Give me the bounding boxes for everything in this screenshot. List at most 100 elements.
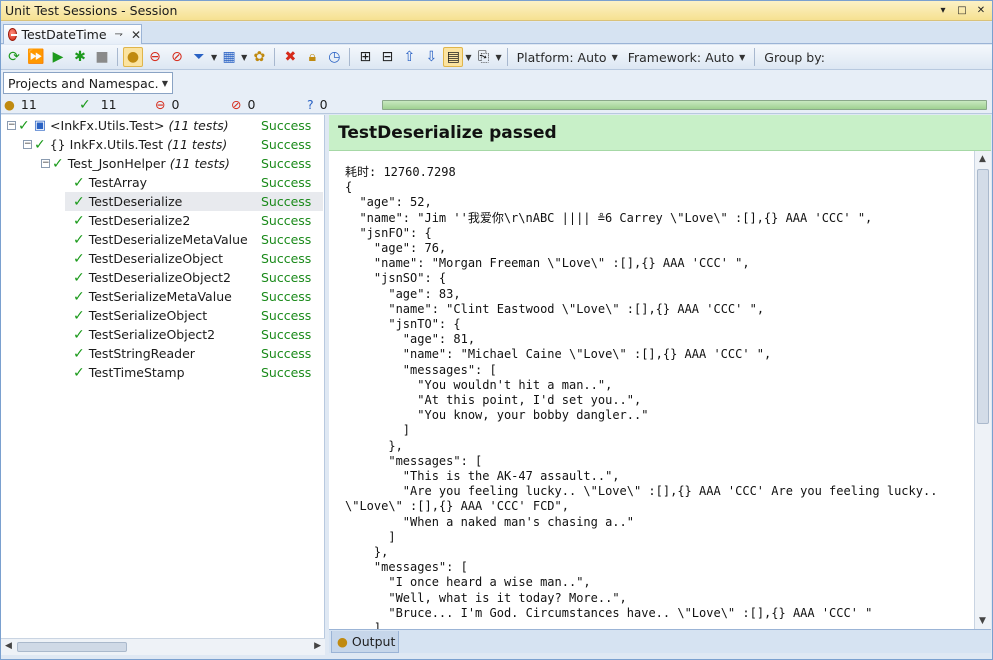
output-tab-strip: ● Output <box>329 629 991 653</box>
status-text: Success <box>261 194 312 209</box>
total-count[interactable]: ● 11 <box>4 97 37 112</box>
maximize-button[interactable]: □ <box>954 3 970 19</box>
output-vertical-scrollbar[interactable]: ▲ ▼ <box>974 151 991 629</box>
tests-icon: ● <box>4 97 15 112</box>
test-row-content: ✓ TestArray <box>73 175 147 191</box>
test-row[interactable]: ✓ TestSerializeMetaValue Success <box>1 287 323 306</box>
test-row[interactable]: ✓ TestTimeStamp Success <box>1 363 323 382</box>
test-name: TestDeserializeObject <box>88 251 224 266</box>
test-row[interactable]: ✓ TestSerializeObject Success <box>1 306 323 325</box>
passed-count[interactable]: ✓ 11 <box>79 97 117 113</box>
failed-count[interactable]: ⊖ 0 <box>155 97 179 112</box>
filter-dropdown-icon[interactable]: ▼ <box>211 53 217 62</box>
test-row[interactable]: ✓ TestDeserialize Success <box>1 192 323 211</box>
collapse-icon[interactable]: − <box>41 159 50 168</box>
passed-icon: ✓ <box>79 96 91 113</box>
status-text: Success <box>261 156 312 171</box>
output-layout-dropdown-icon[interactable]: ▼ <box>465 53 471 62</box>
stop-icon[interactable]: ■ <box>92 47 112 67</box>
grouping-bar: Projects and Namespac... ▼ <box>1 70 992 96</box>
grouping-select[interactable]: Projects and Namespac... ▼ <box>3 72 173 94</box>
session-status-icon <box>8 28 19 41</box>
run-icon[interactable]: ▶ <box>48 47 68 67</box>
close-tab-icon[interactable]: ✕ <box>131 28 141 42</box>
test-row-content: ✓ TestSerializeMetaValue <box>73 289 232 305</box>
counters-bar: ● 11 ✓ 11 ⊖ 0 ⊘ 0 ? 0 <box>1 96 992 114</box>
remove-icon[interactable]: ✖ <box>280 47 300 67</box>
session-tab-strip: TestDateTime ⇁ ✕ <box>1 22 992 44</box>
framework-dropdown[interactable]: Framework: Auto ▼ <box>624 50 750 65</box>
unknown-count[interactable]: ? 0 <box>307 97 328 112</box>
next-icon[interactable]: ⇩ <box>421 47 441 67</box>
show-passed-icon[interactable]: ● <box>123 47 143 67</box>
namespace-icon: {} <box>49 137 66 152</box>
status-text: Success <box>261 327 312 342</box>
tree-label: <InkFx.Utils.Test> <box>50 118 165 133</box>
grouping-value: Projects and Namespac... <box>8 75 158 91</box>
status-text: Success <box>261 308 312 323</box>
tab-output[interactable]: ● Output <box>331 631 399 653</box>
passed-icon: ✓ <box>73 174 85 191</box>
show-ignored-icon[interactable]: ⊘ <box>167 47 187 67</box>
progress-fill <box>383 101 986 109</box>
output-layout-icon[interactable]: ▤ <box>443 47 464 67</box>
status-text: Success <box>261 365 312 380</box>
test-progress-bar <box>382 100 987 110</box>
toolbar-separator <box>506 48 508 66</box>
scroll-right-icon[interactable]: ▶ <box>314 641 321 651</box>
output-text: 耗时: 12760.7298 { "age": 52, "name": "Jim… <box>345 165 938 629</box>
tab-testdatetime[interactable]: TestDateTime ⇁ ✕ <box>3 24 142 44</box>
export-dropdown-icon[interactable]: ▼ <box>495 53 501 62</box>
passed-icon: ✓ <box>73 269 85 286</box>
test-name: TestDeserialize <box>88 194 183 209</box>
test-row[interactable]: ✓ TestDeserializeObject2 Success <box>1 268 323 287</box>
filter-icon[interactable]: ⏷ <box>189 47 209 67</box>
test-name: TestDeserializeMetaValue <box>88 232 248 247</box>
output-panel[interactable]: 耗时: 12760.7298 { "age": 52, "name": "Jim… <box>329 151 974 629</box>
export-icon[interactable]: ⎘ <box>473 47 493 67</box>
status-text: Success <box>261 289 312 304</box>
test-row[interactable]: ✓ TestDeserialize2 Success <box>1 211 323 230</box>
platform-dropdown[interactable]: Platform: Auto ▼ <box>513 50 622 65</box>
ignored-count[interactable]: ⊘ 0 <box>231 97 255 112</box>
close-window-button[interactable]: ✕ <box>973 3 989 19</box>
tree-namespace-row[interactable]: − ✓ {} InkFx.Utils.Test (11 tests) Succe… <box>23 135 325 154</box>
test-row[interactable]: ✓ TestStringReader Success <box>1 344 323 363</box>
tree-project-row[interactable]: − ✓ ▣ <InkFx.Utils.Test> (11 tests) Succ… <box>7 116 325 135</box>
scroll-left-icon[interactable]: ◀ <box>5 641 12 651</box>
collapse-icon[interactable]: − <box>23 140 32 149</box>
previous-icon[interactable]: ⇧ <box>399 47 419 67</box>
layout-dropdown-icon[interactable]: ▼ <box>241 53 247 62</box>
tree-fixture-row[interactable]: − ✓ Test_JsonHelper (11 tests) Success <box>41 154 325 173</box>
paw-icon[interactable]: ✿ <box>249 47 269 67</box>
lock-icon[interactable]: 🔒︎ <box>302 47 322 67</box>
test-row[interactable]: ✓ TestDeserializeObject Success <box>1 249 323 268</box>
test-row[interactable]: ✓ TestArray Success <box>1 173 323 192</box>
unknown-count-value: 0 <box>319 97 328 112</box>
debug-icon[interactable]: ✱ <box>70 47 90 67</box>
scroll-up-icon[interactable]: ▲ <box>979 154 986 164</box>
test-name: TestArray <box>88 175 148 190</box>
status-text: Success <box>261 251 312 266</box>
scrollbar-thumb[interactable] <box>977 169 989 424</box>
run-all-icon[interactable]: ⏩ <box>26 47 46 67</box>
pin-icon[interactable]: ⇁ <box>115 29 123 40</box>
window-menu-button[interactable]: ▾ <box>935 3 951 19</box>
test-name: TestTimeStamp <box>88 365 185 380</box>
expand-all-icon[interactable]: ⊞ <box>355 47 375 67</box>
collapse-all-icon[interactable]: ⊟ <box>377 47 397 67</box>
test-row-content: ✓ TestSerializeObject <box>73 308 207 324</box>
scroll-down-icon[interactable]: ▼ <box>979 616 986 626</box>
test-row[interactable]: ✓ TestSerializeObject2 Success <box>1 325 323 344</box>
passed-icon: ✓ <box>73 193 85 210</box>
scrollbar-thumb[interactable] <box>17 642 127 652</box>
chevron-down-icon: ▼ <box>611 52 618 62</box>
show-failed-icon[interactable]: ⊖ <box>145 47 165 67</box>
test-row[interactable]: ✓ TestDeserializeMetaValue Success <box>1 230 323 249</box>
layout-icon[interactable]: ▦ <box>219 47 239 67</box>
refresh-run-icon[interactable]: ⟳ <box>4 47 24 67</box>
clock-icon[interactable]: ◷ <box>324 47 344 67</box>
collapse-icon[interactable]: − <box>7 121 16 130</box>
tree-horizontal-scrollbar[interactable]: ◀ ▶ <box>1 638 325 655</box>
ignored-count-value: 0 <box>247 97 256 112</box>
